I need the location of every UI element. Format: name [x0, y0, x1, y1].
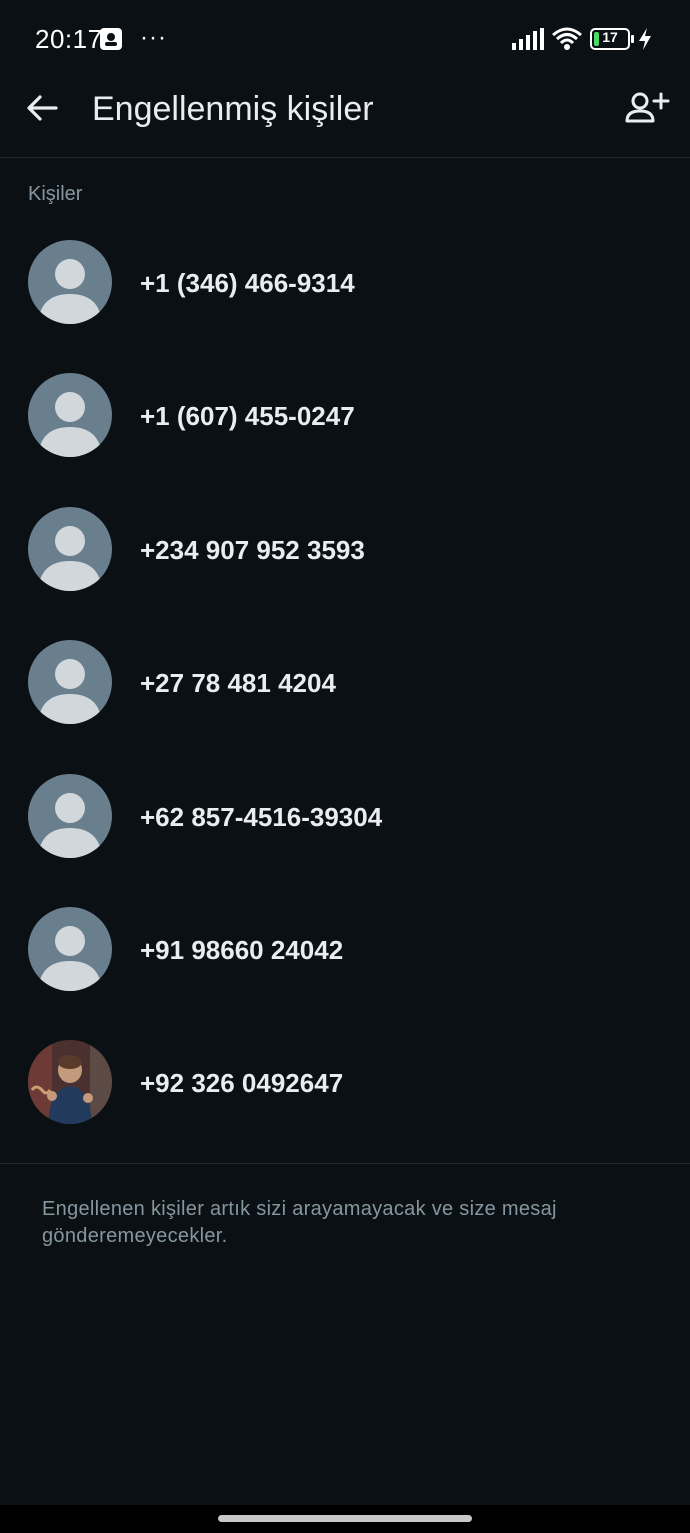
default-avatar-icon — [28, 640, 112, 725]
signal-icon — [512, 28, 544, 50]
default-avatar-icon — [28, 906, 112, 991]
contact-row[interactable]: +27 78 481 4204 — [0, 622, 690, 755]
battery-level: 17 — [602, 29, 618, 45]
notification-icon — [99, 27, 123, 51]
contact-number: +27 78 481 4204 — [140, 668, 336, 699]
back-button[interactable] — [22, 88, 62, 128]
divider — [0, 1163, 690, 1164]
default-avatar-icon — [28, 373, 112, 458]
home-indicator[interactable] — [218, 1515, 472, 1522]
wifi-icon — [552, 27, 582, 51]
default-avatar-icon — [28, 773, 112, 858]
blocked-contacts-list: +1 (346) 466-9314 +1 (607) 455-0247 +234… — [0, 222, 690, 1156]
contact-row[interactable]: +234 907 952 3593 — [0, 489, 690, 622]
contact-row[interactable]: +62 857-4516-39304 — [0, 756, 690, 889]
contact-number: +92 326 0492647 — [140, 1068, 344, 1099]
contact-number: +1 (607) 455-0247 — [140, 401, 355, 432]
contact-row[interactable]: +1 (346) 466-9314 — [0, 222, 690, 355]
charging-icon — [638, 28, 652, 50]
contact-number: +234 907 952 3593 — [140, 534, 365, 565]
footer-note: Engellenen kişiler artık sizi arayamayac… — [42, 1198, 557, 1247]
photo-avatar — [28, 1040, 112, 1125]
default-avatar-icon — [28, 240, 112, 324]
arrow-left-icon — [27, 95, 58, 121]
contact-row[interactable]: +92 326 0492647 — [0, 1022, 690, 1155]
app-bar: Engellenmiş kişiler — [0, 78, 690, 158]
contact-number: +1 (346) 466-9314 — [140, 268, 355, 298]
section-label: Kişiler — [28, 183, 83, 205]
contact-number: +91 98660 24042 — [140, 934, 344, 965]
add-contact-icon — [625, 92, 670, 123]
page-title: Engellenmiş kişiler — [92, 90, 374, 128]
status-bar: 20:17 ··· 17 — [0, 0, 690, 78]
contact-row[interactable]: +91 98660 24042 — [0, 889, 690, 1022]
default-avatar-icon — [28, 506, 112, 591]
contact-number: +62 857-4516-39304 — [140, 801, 383, 832]
battery-icon: 17 — [590, 28, 634, 50]
battery-cap — [631, 35, 634, 43]
more-dots-icon: ··· — [140, 24, 167, 51]
contact-row[interactable]: +1 (607) 455-0247 — [0, 355, 690, 488]
status-time: 20:17 — [35, 24, 103, 54]
add-contact-button[interactable] — [624, 90, 670, 126]
